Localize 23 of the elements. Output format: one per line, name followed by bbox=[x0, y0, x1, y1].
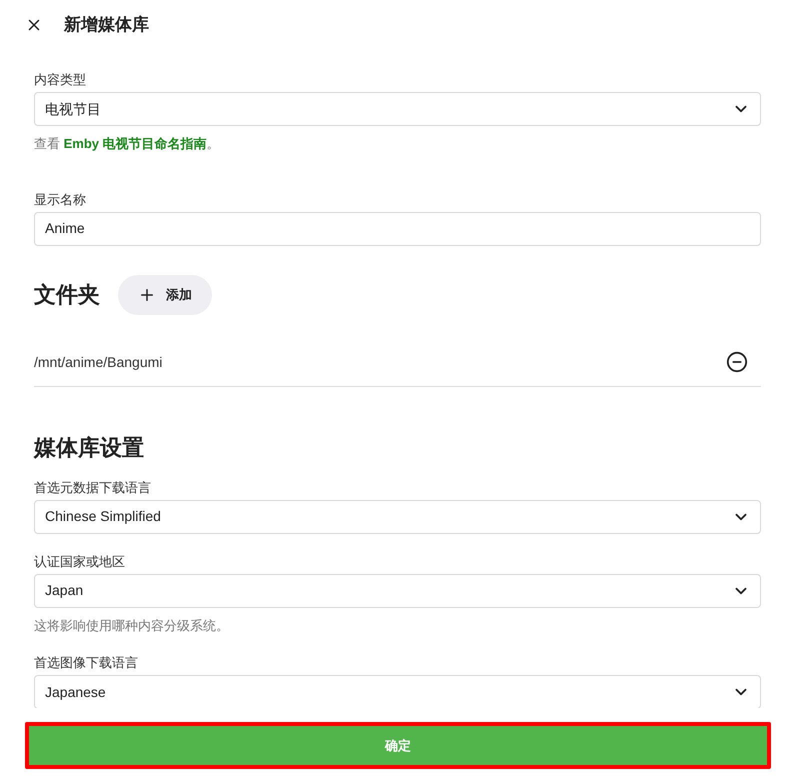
dropdown[interactable]: Japanese bbox=[34, 675, 761, 708]
field-label: 内容类型 bbox=[34, 72, 87, 88]
naming-guide-link[interactable]: Emby 电视节目命名指南 bbox=[64, 136, 207, 151]
help-text: 这将影响使用哪种内容分级系统。 bbox=[34, 616, 230, 634]
folder-path: /mnt/anime/Bangumi bbox=[34, 352, 162, 372]
dropdown-value: Japanese bbox=[45, 682, 106, 702]
dropdown[interactable]: Chinese Simplified bbox=[34, 500, 761, 534]
input-field[interactable]: Anime bbox=[34, 212, 761, 246]
dropdown-value: 电视节目 bbox=[45, 100, 101, 118]
field-label: 首选图像下载语言 bbox=[34, 655, 139, 671]
field-label: 显示名称 bbox=[34, 192, 87, 208]
dropdown[interactable]: 电视节目 bbox=[34, 92, 761, 126]
section-heading: 文件夹 bbox=[34, 281, 100, 309]
help-text: 查看 Emby 电视节目命名指南。 bbox=[34, 135, 221, 153]
section-heading: 媒体库设置 bbox=[34, 434, 145, 462]
field-label: 认证国家或地区 bbox=[34, 554, 126, 570]
dialog-title: 新增媒体库 bbox=[64, 14, 149, 36]
dropdown[interactable]: Japan bbox=[34, 574, 761, 608]
dropdown-value: Japan bbox=[45, 581, 84, 600]
remove-icon[interactable] bbox=[726, 351, 748, 373]
field-label: 首选元数据下载语言 bbox=[34, 480, 152, 496]
add-button[interactable]: 添加 bbox=[118, 274, 212, 314]
dropdown-value: Chinese Simplified bbox=[45, 507, 161, 526]
